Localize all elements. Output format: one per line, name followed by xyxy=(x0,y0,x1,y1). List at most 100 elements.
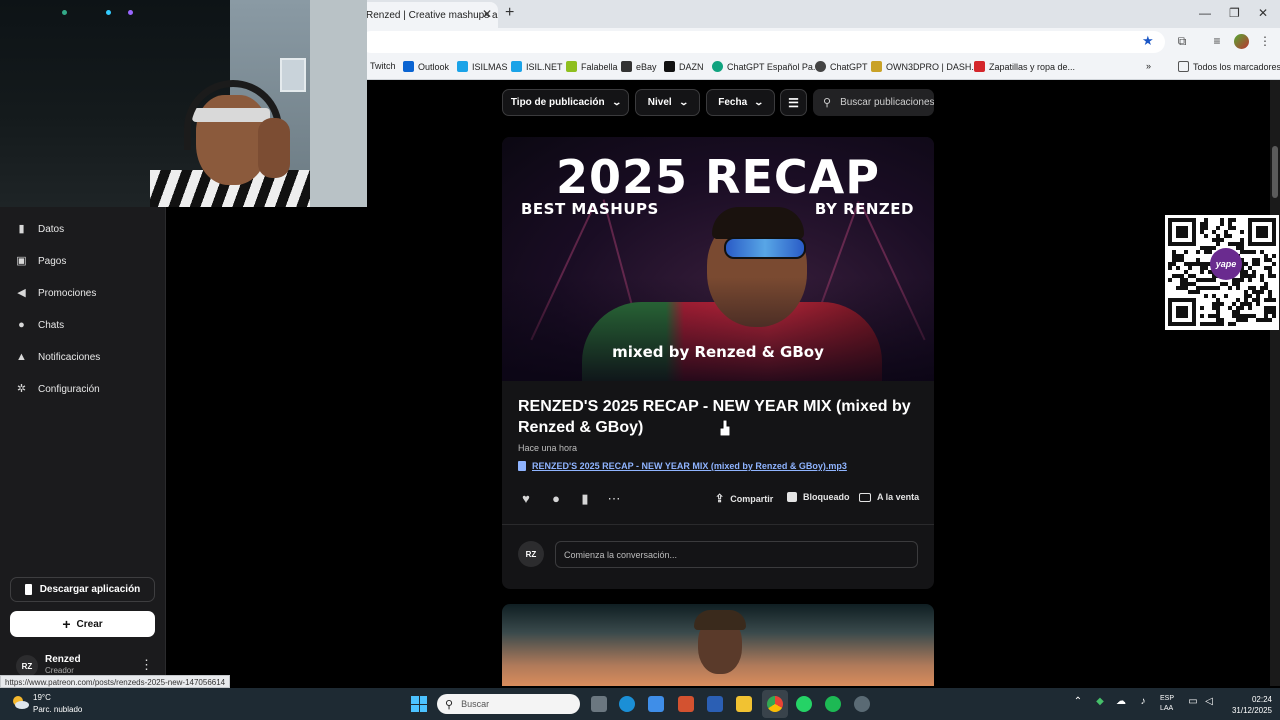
chevron-down-icon: ⌄ xyxy=(753,97,765,107)
new-tab-icon[interactable]: + xyxy=(505,4,519,22)
language-indicator[interactable]: ESP LAA xyxy=(1160,694,1174,714)
browser-tab[interactable]: Renzed | Creative mashups and ✕ xyxy=(360,2,498,28)
sidebar-item-notificaciones[interactable]: ▲ Notificaciones xyxy=(16,347,100,367)
bookmark-chatgpt[interactable]: ChatGPT xyxy=(815,61,868,72)
post-attachment-link[interactable]: RENZED'S 2025 RECAP - NEW YEAR MIX (mixe… xyxy=(518,461,847,471)
address-bar[interactable] xyxy=(360,31,1165,53)
sidebar-item-label: Promociones xyxy=(38,287,97,299)
create-label: Crear xyxy=(76,618,103,630)
share-label: Compartir xyxy=(730,493,774,504)
sidebar-item-label: Notificaciones xyxy=(38,351,101,363)
cover-crowd xyxy=(502,277,934,381)
bookmark-outlook[interactable]: Outlook xyxy=(403,61,449,72)
locked-label: Bloqueado xyxy=(803,492,850,502)
restore-icon[interactable]: ❐ xyxy=(1229,6,1240,20)
file-explorer-icon[interactable] xyxy=(736,696,752,712)
bell-icon: ▲ xyxy=(16,350,27,363)
bookmark-star-icon[interactable]: ★ xyxy=(1142,33,1154,49)
for-sale-button[interactable]: A la venta xyxy=(859,492,919,502)
payments-icon: ▣ xyxy=(16,254,27,267)
share-button[interactable]: ⇪ Compartir xyxy=(715,492,773,505)
extensions-icon[interactable]: ⧉ xyxy=(1175,34,1189,48)
stats-icon[interactable]: ▮ xyxy=(577,491,593,507)
spotify-icon[interactable] xyxy=(825,696,841,712)
post-card: 2025 RECAP BEST MASHUPS BY RENZED mixed … xyxy=(502,137,934,589)
microphone-icon[interactable]: ♪ xyxy=(1136,696,1150,707)
locked-button[interactable]: Bloqueado xyxy=(787,492,850,502)
language-code: ESP xyxy=(1160,695,1175,702)
bookmark-dazn[interactable]: DAZN xyxy=(664,61,704,72)
bookmark-label: ISIL.NET xyxy=(526,61,563,72)
bookmark-falabella[interactable]: Falabella xyxy=(566,61,618,72)
more-icon[interactable]: ⋯ xyxy=(606,491,622,507)
sidebar-item-chats[interactable]: ● Chats xyxy=(16,315,64,335)
bookmark-label: OWN3DPRO | DASH... xyxy=(886,61,979,72)
comment-icon[interactable]: ● xyxy=(548,491,564,507)
profile-avatar-icon[interactable] xyxy=(1234,34,1249,49)
obs-icon[interactable] xyxy=(854,696,870,712)
filter-label: Tipo de publicación xyxy=(510,97,605,108)
sidebar-item-datos[interactable]: ▮ Datos xyxy=(16,219,64,239)
cover-hair xyxy=(712,207,804,239)
filter-label: Nivel xyxy=(647,97,672,108)
all-bookmarks[interactable]: Todos los marcadores xyxy=(1178,61,1280,72)
windows-start-icon[interactable] xyxy=(411,696,427,712)
comment-input[interactable]: Comienza la conversación... xyxy=(555,541,918,568)
whatsapp-icon[interactable] xyxy=(796,696,812,712)
taskbar-search[interactable]: ⚲ Buscar xyxy=(437,694,580,714)
shield-icon[interactable]: ◆ xyxy=(1093,696,1107,707)
edge-icon[interactable] xyxy=(619,696,635,712)
scrollbar-thumb[interactable] xyxy=(1272,146,1278,198)
filter-date[interactable]: Fecha ⌄ xyxy=(706,89,775,116)
minimize-icon[interactable]: — xyxy=(1199,6,1211,20)
gear-icon: ✲ xyxy=(16,382,27,395)
bookmark-chatgpt-es[interactable]: ChatGPT Español Pa... xyxy=(712,61,820,72)
sidebar-item-promociones[interactable]: ◀ Promociones xyxy=(16,283,96,303)
heart-icon[interactable]: ♥ xyxy=(518,491,534,507)
sort-button[interactable]: ☰ xyxy=(780,89,807,116)
isil-icon xyxy=(457,61,468,72)
sidebar-item-configuracion[interactable]: ✲ Configuración xyxy=(16,379,100,399)
system-clock[interactable]: 02:24 31/12/2025 xyxy=(1222,694,1272,716)
bookmark-own3d[interactable]: OWN3DPRO | DASH... xyxy=(871,61,979,72)
page-scrollbar[interactable] xyxy=(1270,80,1280,686)
sidebar-item-label: Configuración xyxy=(38,383,100,395)
user-name: Renzed xyxy=(45,654,81,665)
create-button[interactable]: + Crear xyxy=(10,611,155,637)
bookmark-isilnet[interactable]: ISIL.NET xyxy=(511,61,563,72)
lock-icon xyxy=(787,492,797,502)
network-icon[interactable]: ▭ xyxy=(1186,696,1200,707)
chatgpt-icon xyxy=(712,61,723,72)
post-cover-image[interactable]: 2025 RECAP BEST MASHUPS BY RENZED mixed … xyxy=(502,137,934,381)
volume-icon[interactable]: ◁ xyxy=(1202,696,1216,707)
filter-level[interactable]: Nivel ⌄ xyxy=(635,89,700,116)
weather-temp[interactable]: 19°C xyxy=(33,693,51,702)
webcam-hand xyxy=(258,118,290,178)
word-icon[interactable] xyxy=(707,696,723,712)
bookmark-ebay[interactable]: eBay xyxy=(621,61,657,72)
bookmark-zapatillas[interactable]: Zapatillas y ropa de... xyxy=(974,61,1075,72)
sidebar-item-pagos[interactable]: ▣ Pagos xyxy=(16,251,66,271)
chrome-icon[interactable] xyxy=(767,696,783,712)
isil-icon xyxy=(511,61,522,72)
search-input[interactable]: ⚲ Buscar publicaciones xyxy=(813,89,934,116)
close-window-icon[interactable]: ✕ xyxy=(1258,6,1268,20)
download-app-button[interactable]: Descargar aplicación xyxy=(10,577,155,602)
next-post-cover[interactable] xyxy=(502,604,934,686)
task-view-icon[interactable] xyxy=(591,696,607,712)
show-hidden-icons-icon[interactable]: ⌃ xyxy=(1071,696,1085,707)
status-url: https://www.patreon.com/posts/renzeds-20… xyxy=(0,675,231,688)
filter-post-type[interactable]: Tipo de publicación ⌄ xyxy=(502,89,629,116)
falabella-icon xyxy=(566,61,577,72)
media-control-icon[interactable]: ≡ xyxy=(1210,34,1224,48)
more-bookmarks-icon[interactable]: » xyxy=(1146,61,1151,71)
store-icon[interactable] xyxy=(648,696,664,712)
bookmark-twitch[interactable]: Twitch xyxy=(370,61,396,71)
onedrive-icon[interactable]: ☁ xyxy=(1114,696,1128,707)
powerpoint-icon[interactable] xyxy=(678,696,694,712)
weather-desc[interactable]: Parc. nublado xyxy=(33,705,82,714)
bookmark-isilmas[interactable]: ISILMAS xyxy=(457,61,508,72)
more-options-icon[interactable]: ⋮ xyxy=(140,657,153,673)
chrome-menu-icon[interactable]: ⋮ xyxy=(1258,34,1272,48)
close-tab-icon[interactable]: ✕ xyxy=(482,7,492,21)
